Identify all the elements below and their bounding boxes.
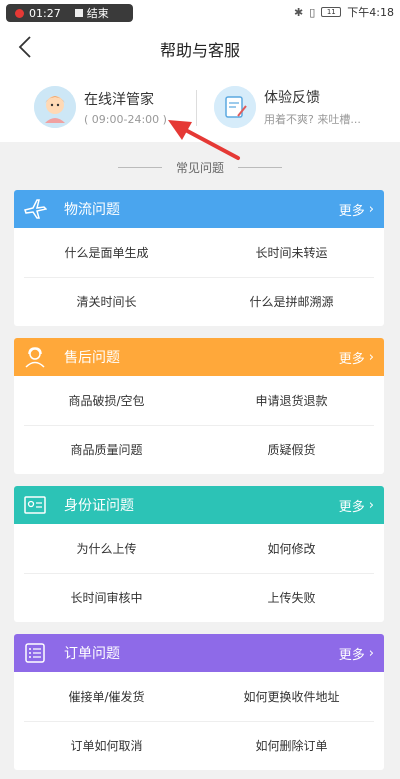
status-bar: 01:27 结束 ✱ ▯ 11 下午4:18 — [0, 0, 400, 22]
recording-end-button[interactable]: 结束 — [87, 5, 109, 21]
faq-section-title: 常见问题 — [0, 152, 400, 182]
card-id-card: 身份证问题 更多 › 为什么上传 如何修改 长时间审核中 上传失败 — [14, 486, 384, 622]
bluetooth-icon: ✱ — [294, 5, 304, 19]
online-butler-hours: ( 09:00-24:00 ) — [84, 112, 167, 126]
card-header: 身份证问题 更多 › — [14, 486, 384, 524]
card-title: 物流问题 — [64, 202, 120, 218]
more-button[interactable]: 更多 › — [339, 200, 374, 219]
question-item[interactable]: 如何删除订单 — [199, 721, 384, 770]
order-list-icon — [18, 634, 52, 672]
question-item[interactable]: 为什么上传 — [14, 524, 199, 573]
more-button[interactable]: 更多 › — [339, 348, 374, 367]
battery-icon: 11 — [321, 7, 342, 17]
question-item[interactable]: 上传失败 — [199, 573, 384, 622]
more-button[interactable]: 更多 › — [339, 644, 374, 663]
customer-service-icon — [18, 338, 52, 376]
divider — [238, 166, 282, 168]
airplane-icon — [18, 190, 52, 228]
help-page: 01:27 结束 ✱ ▯ 11 下午4:18 帮助与客服 在线洋管家 (09:… — [0, 0, 400, 779]
card-after-sales: 售后问题 更多 › 商品破损/空包 申请退货退款 商品质量问题 质疑假货 — [14, 338, 384, 474]
chevron-right-icon: › — [368, 498, 374, 513]
chevron-right-icon: › — [368, 646, 374, 661]
question-item[interactable]: 如何更换收件地址 — [199, 672, 384, 721]
feedback-label: 体验反馈 — [264, 90, 320, 106]
question-grid: 为什么上传 如何修改 长时间审核中 上传失败 — [14, 524, 384, 622]
question-item[interactable]: 商品破损/空包 — [14, 376, 199, 425]
card-header: 物流问题 更多 › — [14, 190, 384, 228]
online-butler-label: 在线洋管家 — [84, 91, 154, 108]
more-label: 更多 — [338, 648, 365, 663]
page-title: 帮助与客服 — [159, 41, 240, 60]
chevron-right-icon: › — [368, 350, 374, 365]
card-logistics: 物流问题 更多 › 什么是面单生成 长时间未转运 清关时间长 什么是拼邮溯源 — [14, 190, 384, 326]
question-item[interactable]: 长时间审核中 — [14, 573, 199, 622]
card-header: 订单问题 更多 › — [14, 634, 384, 672]
butler-avatar-icon — [34, 86, 76, 128]
question-item[interactable]: 质疑假货 — [199, 425, 384, 474]
more-label: 更多 — [338, 204, 365, 219]
card-title: 身份证问题 — [64, 498, 134, 514]
online-butler-button[interactable]: 在线洋管家 ( 09:00-24:00 ) — [34, 72, 194, 142]
nav-header: 帮助与客服 — [0, 22, 400, 72]
question-item[interactable]: 清关时间长 — [14, 277, 199, 326]
question-item[interactable]: 申请退货退款 — [199, 376, 384, 425]
more-label: 更多 — [338, 352, 365, 367]
vibrate-icon: ▯ — [309, 5, 316, 19]
card-title: 售后问题 — [64, 350, 120, 366]
card-title: 订单问题 — [64, 646, 120, 662]
question-item[interactable]: 如何修改 — [199, 524, 384, 573]
question-grid: 催接单/催发货 如何更换收件地址 订单如何取消 如何删除订单 — [14, 672, 384, 770]
question-item[interactable]: 订单如何取消 — [14, 721, 199, 770]
faq-title: 常见问题 — [175, 160, 224, 175]
question-item[interactable]: 长时间未转运 — [199, 228, 384, 277]
stop-icon — [74, 9, 83, 17]
service-divider — [196, 90, 197, 126]
status-icons: ✱ ▯ 11 下午4:18 — [294, 4, 394, 20]
feedback-subtitle: 用着不爽? 来吐槽... — [264, 113, 361, 126]
feedback-button[interactable]: 体验反馈 用着不爽? 来吐槽... — [214, 72, 394, 142]
id-card-icon — [18, 486, 52, 524]
record-dot-icon — [15, 8, 24, 18]
more-button[interactable]: 更多 › — [339, 496, 374, 515]
divider — [117, 166, 162, 168]
more-label: 更多 — [338, 500, 365, 515]
service-row: 在线洋管家 ( 09:00-24:00 ) 体验反馈 用着不爽? 来吐槽... — [0, 72, 400, 142]
question-item[interactable]: 商品质量问题 — [14, 425, 199, 474]
card-orders: 订单问题 更多 › 催接单/催发货 如何更换收件地址 订单如何取消 如何删除订单 — [14, 634, 384, 770]
status-time: 下午4:18 — [347, 6, 394, 19]
feedback-icon — [214, 86, 256, 128]
question-item[interactable]: 催接单/催发货 — [14, 672, 199, 721]
card-header: 售后问题 更多 › — [14, 338, 384, 376]
recording-time: 01:27 — [29, 6, 61, 20]
chevron-right-icon: › — [368, 202, 374, 217]
question-grid: 商品破损/空包 申请退货退款 商品质量问题 质疑假货 — [14, 376, 384, 474]
question-item[interactable]: 什么是面单生成 — [14, 228, 199, 277]
question-item[interactable]: 什么是拼邮溯源 — [199, 277, 384, 326]
question-grid: 什么是面单生成 长时间未转运 清关时间长 什么是拼邮溯源 — [14, 228, 384, 326]
screen-recording-pill[interactable]: 01:27 结束 — [6, 4, 133, 22]
